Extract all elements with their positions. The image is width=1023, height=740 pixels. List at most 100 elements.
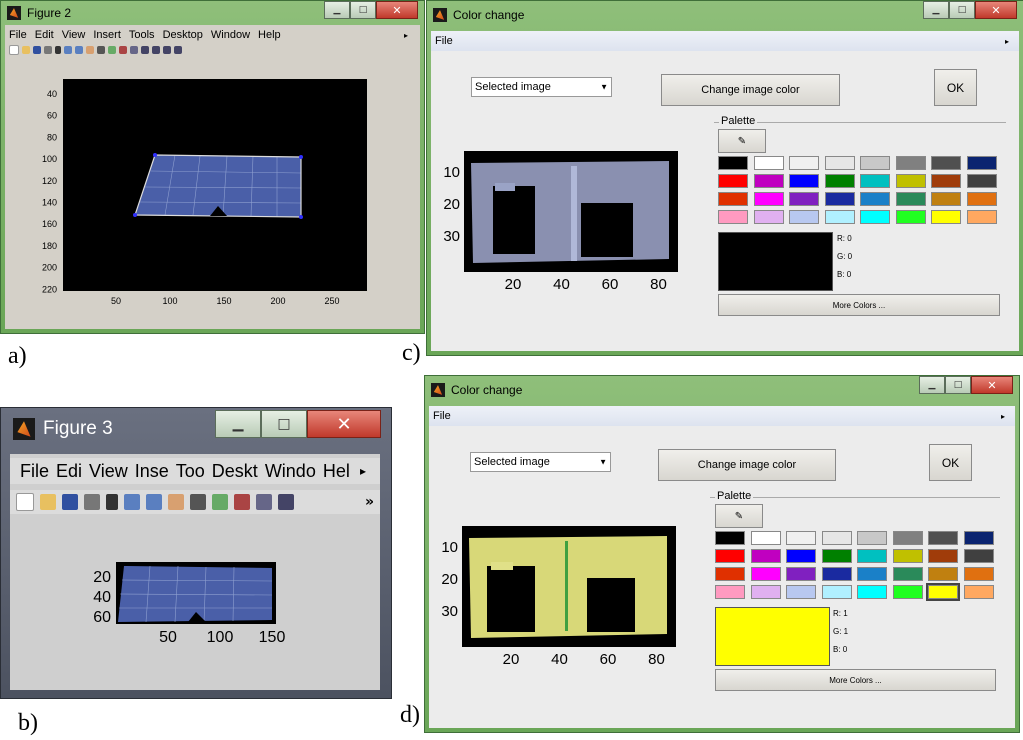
palette-swatch[interactable] [750, 567, 781, 581]
menu-file[interactable]: File [433, 410, 451, 422]
palette-swatch[interactable] [931, 156, 961, 170]
minimize-icon[interactable]: ▁ [215, 410, 261, 438]
palette-swatch[interactable] [786, 585, 816, 599]
x-tick-label: 20 [505, 276, 522, 293]
ok-button[interactable]: OK [929, 444, 972, 481]
palette-swatch[interactable] [786, 531, 816, 545]
palette-swatch[interactable] [789, 192, 819, 206]
palette-swatch[interactable] [718, 210, 748, 224]
close-icon[interactable]: ✕ [307, 410, 381, 438]
palette-swatch[interactable] [789, 210, 819, 224]
palette-swatch[interactable] [966, 210, 997, 224]
x-tick-label: 80 [650, 276, 667, 293]
palette-swatch[interactable] [895, 210, 926, 224]
palette-swatch[interactable] [715, 549, 745, 563]
palette-swatch[interactable] [857, 585, 887, 599]
menu-file[interactable]: File [435, 35, 453, 47]
maximize-icon[interactable]: □ [945, 376, 971, 394]
change-image-color-button[interactable]: Change image color [658, 449, 836, 481]
red-value: R: 1 [833, 609, 848, 618]
palette-swatch[interactable] [789, 174, 819, 188]
palette-swatch[interactable] [931, 192, 961, 206]
more-colors-button[interactable]: More Colors ... [715, 669, 996, 691]
close-icon[interactable]: ✕ [376, 1, 418, 19]
palette-swatch[interactable] [753, 174, 784, 188]
color-preview [718, 232, 833, 291]
palette-swatch[interactable] [892, 567, 923, 581]
minimize-icon[interactable]: ▁ [324, 1, 350, 19]
palette-swatch[interactable] [926, 583, 960, 601]
palette-swatch[interactable] [895, 156, 926, 170]
more-colors-button[interactable]: More Colors ... [718, 294, 1000, 316]
palette-swatch[interactable] [857, 567, 887, 581]
image-select[interactable]: Selected image ▼ [471, 77, 612, 97]
palette-swatch[interactable] [750, 585, 781, 599]
x-tick-label: 50 [159, 629, 177, 646]
palette-swatch[interactable] [857, 549, 887, 563]
palette-swatch[interactable] [715, 585, 745, 599]
eyedropper-icon[interactable]: ✎ [715, 504, 763, 528]
palette-swatch[interactable] [895, 192, 926, 206]
palette-swatch[interactable] [931, 210, 961, 224]
palette-swatch[interactable] [753, 192, 784, 206]
palette-swatch[interactable] [963, 549, 994, 563]
palette-swatch[interactable] [892, 585, 923, 599]
palette-swatch[interactable] [753, 156, 784, 170]
palette-swatch[interactable] [824, 192, 855, 206]
close-icon[interactable]: ✕ [971, 376, 1013, 394]
palette-swatch[interactable] [821, 531, 852, 545]
window-controls: ▁ □ ✕ [324, 1, 418, 19]
palette-swatch[interactable] [824, 156, 855, 170]
palette-swatch[interactable] [750, 549, 781, 563]
palette-swatch[interactable] [966, 156, 997, 170]
palette-swatch[interactable] [715, 567, 745, 581]
palette-swatch[interactable] [963, 531, 994, 545]
palette-swatch[interactable] [824, 210, 855, 224]
palette-swatch[interactable] [718, 174, 748, 188]
palette-swatch[interactable] [963, 585, 994, 599]
palette-swatch[interactable] [860, 156, 890, 170]
palette-swatch[interactable] [895, 174, 926, 188]
palette-swatch[interactable] [857, 531, 887, 545]
x-tick-label: 150 [216, 296, 231, 306]
menu-overflow-icon[interactable]: ▸ [1001, 412, 1005, 421]
palette-swatch[interactable] [966, 174, 997, 188]
palette-swatch[interactable] [821, 549, 852, 563]
palette-swatch[interactable] [786, 567, 816, 581]
palette-swatch[interactable] [718, 192, 748, 206]
palette-swatch[interactable] [789, 156, 819, 170]
palette-swatch[interactable] [860, 192, 890, 206]
palette-swatch[interactable] [963, 567, 994, 581]
palette-swatch[interactable] [928, 549, 958, 563]
palette-swatch[interactable] [966, 192, 997, 206]
close-icon[interactable]: ✕ [975, 1, 1017, 19]
palette-swatch[interactable] [786, 549, 816, 563]
eyedropper-icon[interactable]: ✎ [718, 129, 766, 153]
palette-swatch[interactable] [892, 549, 923, 563]
palette-swatch[interactable] [860, 174, 890, 188]
palette-swatch[interactable] [715, 531, 745, 545]
change-image-color-button[interactable]: Change image color [661, 74, 840, 106]
x-tick-labels: 50 100 150 200 250 [111, 296, 340, 306]
dropdown-arrow-icon: ▼ [600, 82, 608, 92]
minimize-icon[interactable]: ▁ [923, 1, 949, 19]
ok-button[interactable]: OK [934, 69, 977, 106]
maximize-icon[interactable]: □ [261, 410, 307, 438]
palette-swatch[interactable] [824, 174, 855, 188]
menu-overflow-icon[interactable]: ▸ [1005, 37, 1009, 46]
palette-swatch[interactable] [928, 531, 958, 545]
y-tick-label: 160 [42, 219, 57, 229]
palette-swatch[interactable] [860, 210, 890, 224]
minimize-icon[interactable]: ▁ [919, 376, 945, 394]
palette-swatch[interactable] [718, 156, 748, 170]
maximize-icon[interactable]: □ [350, 1, 376, 19]
palette-swatch[interactable] [821, 567, 852, 581]
maximize-icon[interactable]: □ [949, 1, 975, 19]
palette-swatch[interactable] [931, 174, 961, 188]
palette-swatch[interactable] [928, 567, 958, 581]
palette-swatch[interactable] [750, 531, 781, 545]
image-select[interactable]: Selected image ▼ [470, 452, 611, 472]
palette-swatch[interactable] [821, 585, 852, 599]
palette-swatch[interactable] [753, 210, 784, 224]
palette-swatch[interactable] [892, 531, 923, 545]
